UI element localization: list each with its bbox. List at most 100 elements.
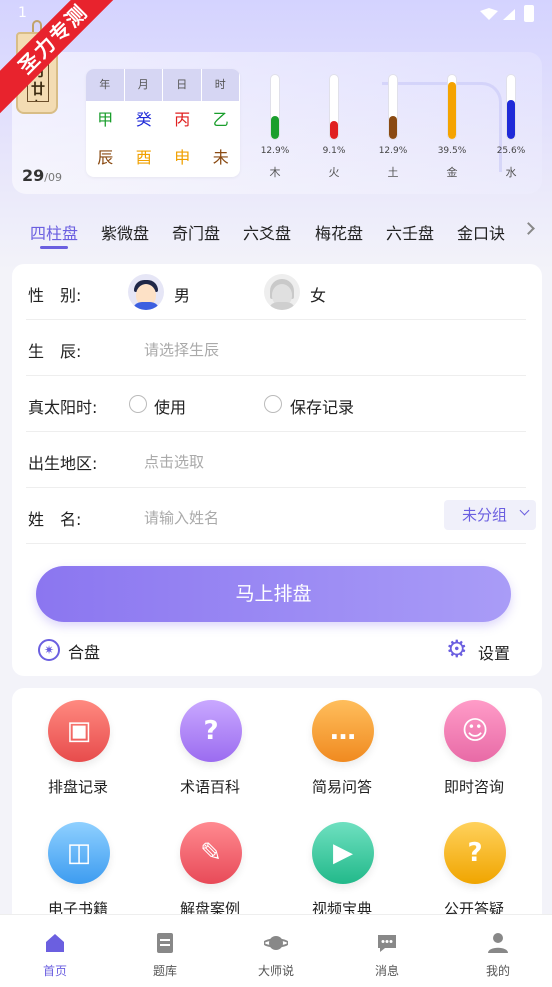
- male-option[interactable]: 男: [174, 282, 190, 306]
- solar-day: 29: [22, 166, 45, 185]
- element-tube: [270, 74, 280, 140]
- element-fill: [448, 82, 456, 139]
- nav-label: 大师说: [257, 964, 294, 978]
- element-3: 39.5% 金: [427, 74, 477, 184]
- tab-2[interactable]: 奇门盘: [172, 220, 220, 244]
- nav-item-1[interactable]: 题库: [110, 915, 220, 987]
- element-name: 土: [387, 166, 399, 179]
- name-row: 姓 名: 请输入姓名 未分组: [26, 488, 536, 544]
- female-option[interactable]: 女: [310, 282, 326, 306]
- feature-label: 即时咨询: [443, 778, 504, 796]
- element-4: 25.6% 水: [486, 74, 536, 184]
- question-bank-icon: [153, 931, 177, 955]
- ganzhi-branch-0: 辰: [97, 148, 114, 167]
- video-icon: ▶: [312, 822, 374, 884]
- element-0: 12.9% 木: [250, 74, 300, 184]
- ganzhi-stem-row: 甲癸丙乙: [86, 101, 240, 139]
- feature-3[interactable]: ☺ 即时咨询: [408, 688, 540, 798]
- element-name: 火: [328, 166, 340, 179]
- feature-2[interactable]: … 简易问答: [276, 688, 408, 798]
- ganzhi-branch-1: 酉: [135, 148, 152, 167]
- element-fill: [507, 100, 515, 139]
- tab-1[interactable]: 紫微盘: [101, 220, 149, 244]
- ganzhi-header-0: 年: [86, 69, 125, 101]
- use-solar-time-radio[interactable]: [129, 395, 147, 413]
- nav-label: 题库: [152, 964, 177, 978]
- male-avatar-icon[interactable]: [128, 274, 164, 310]
- element-tube: [447, 74, 457, 140]
- nav-item-4[interactable]: 我的: [443, 915, 552, 987]
- tab-4[interactable]: 梅花盘: [315, 220, 363, 244]
- element-fill: [330, 121, 338, 139]
- feature-5[interactable]: ✎ 解盘案例: [144, 810, 276, 920]
- save-record-radio[interactable]: [264, 395, 282, 413]
- birth-place-row[interactable]: 出生地区: 点击选取: [26, 432, 526, 488]
- feature-7[interactable]: ? 公开答疑: [408, 810, 540, 920]
- question-clipboard-icon: ?: [180, 700, 242, 762]
- gear-icon: ⚙: [446, 635, 468, 663]
- message-icon: [375, 931, 399, 955]
- question-doc-icon: ?: [444, 822, 506, 884]
- tab-6[interactable]: 金口诀: [457, 220, 505, 244]
- feature-1[interactable]: ? 术语百科: [144, 688, 276, 798]
- start-chart-button[interactable]: 马上排盘: [36, 566, 511, 622]
- group-select[interactable]: 未分组: [444, 500, 536, 530]
- birth-place-label: 出生地区:: [28, 454, 98, 473]
- element-tube: [329, 74, 339, 140]
- element-2: 12.9% 土: [368, 74, 418, 184]
- ganzhi-stem-2: 丙: [174, 110, 191, 129]
- solar-time-row: 真太阳时: 使用 保存记录: [26, 376, 526, 432]
- birth-time-row[interactable]: 生 辰: 请选择生辰: [26, 320, 526, 376]
- chevron-down-icon: [519, 505, 530, 516]
- female-avatar-icon[interactable]: [264, 274, 300, 310]
- solar-month: /09: [44, 171, 62, 184]
- element-name: 金: [446, 166, 458, 179]
- element-percent: 39.5%: [437, 146, 467, 156]
- solar-date: 29/09: [22, 166, 62, 185]
- battery-icon: [524, 5, 534, 22]
- name-input[interactable]: 请输入姓名: [144, 507, 219, 528]
- profile-icon: [486, 931, 510, 955]
- tab-0[interactable]: 四柱盘: [30, 220, 78, 244]
- element-tube: [388, 74, 398, 140]
- birth-time-label: 生 辰:: [28, 342, 82, 361]
- chat-bubble-icon: …: [312, 700, 374, 762]
- consultant-icon: ☺: [444, 700, 506, 762]
- element-tube: [506, 74, 516, 140]
- name-label: 姓 名:: [28, 510, 82, 529]
- element-name: 水: [505, 166, 517, 179]
- element-fill: [271, 116, 279, 139]
- archive-card-icon: ▣: [48, 700, 110, 762]
- feature-label: 排盘记录: [47, 778, 108, 796]
- birth-place-picker[interactable]: 点击选取: [144, 451, 204, 472]
- signal-icon: [503, 9, 515, 20]
- ganzhi-stem-1: 癸: [135, 110, 152, 129]
- active-tab-indicator: [40, 246, 68, 249]
- nav-label: 首页: [42, 964, 67, 978]
- feature-0[interactable]: ▣ 排盘记录: [12, 688, 144, 798]
- element-percent: 12.9%: [260, 146, 290, 156]
- nav-item-0[interactable]: 首页: [0, 915, 110, 987]
- ganzhi-stem-3: 乙: [212, 110, 229, 129]
- nav-item-3[interactable]: 消息: [332, 915, 442, 987]
- home-icon: [43, 931, 67, 955]
- note-pen-icon: ✎: [180, 822, 242, 884]
- use-solar-time-label[interactable]: 使用: [154, 394, 186, 418]
- feature-label: 术语百科: [179, 778, 240, 796]
- settings-label: 设置: [478, 644, 511, 663]
- status-time: 1: [18, 5, 27, 21]
- ganzhi-header-3: 时: [202, 69, 240, 101]
- feature-4[interactable]: ◫ 电子书籍: [12, 810, 144, 920]
- tab-3[interactable]: 六爻盘: [243, 220, 291, 244]
- element-percent: 9.1%: [322, 146, 346, 156]
- birth-time-picker[interactable]: 请选择生辰: [144, 339, 219, 360]
- nav-item-2[interactable]: 大师说: [221, 915, 331, 987]
- feature-6[interactable]: ▶ 视频宝典: [276, 810, 408, 920]
- element-name: 木: [269, 166, 281, 179]
- tab-5[interactable]: 六壬盘: [386, 220, 434, 244]
- element-fill: [389, 116, 397, 139]
- save-record-label[interactable]: 保存记录: [290, 394, 354, 418]
- planet-icon: [263, 931, 289, 955]
- nav-label: 消息: [374, 964, 399, 978]
- ganzhi-branch-row: 辰酉申未: [86, 139, 240, 177]
